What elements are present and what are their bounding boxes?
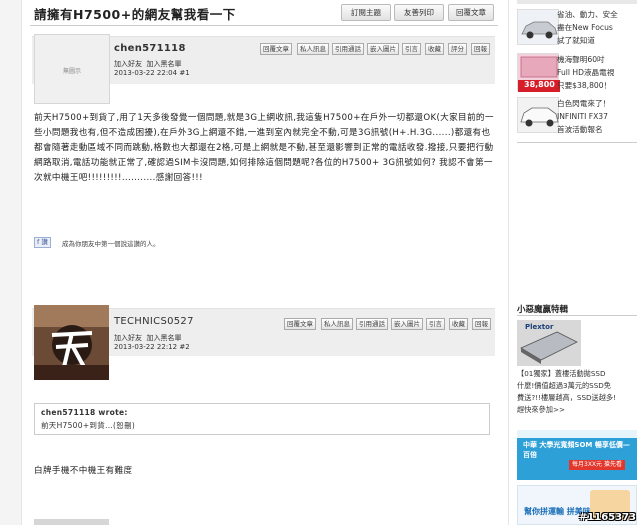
add-friend-link[interactable]: 加入好友 [114, 60, 142, 68]
suv-icon [520, 107, 559, 127]
add-blacklist-link[interactable]: 加入黑名單 [146, 334, 181, 342]
fb-icon: f [37, 238, 40, 246]
post-datetime: 2013-03-22 22:04 [114, 69, 178, 77]
tool-embed[interactable]: 嵌入圖片 [367, 43, 399, 55]
post-2-avatar[interactable] [34, 305, 109, 380]
add-friend-link[interactable]: 加入好友 [114, 334, 142, 342]
tool-quote[interactable]: 引言 [426, 318, 445, 330]
car-icon [521, 21, 558, 39]
watermark: #1165373 [578, 512, 636, 523]
add-blacklist-link[interactable]: 加入黑名單 [146, 60, 181, 68]
tool-pm[interactable]: 私人訊息 [297, 43, 329, 55]
tool-pm[interactable]: 私人訊息 [321, 318, 353, 330]
post-floor[interactable]: #2 [179, 343, 189, 351]
post-1-user-links: 加入好友 加入黑名單 [114, 59, 181, 69]
subscribe-button[interactable]: 訂閱主題 [341, 4, 391, 21]
title-divider [30, 25, 498, 26]
fb-like-button[interactable]: f 讚 [34, 237, 51, 248]
avatar-image-icon [34, 305, 109, 380]
sidebar: 省油、動力、安全 盡在New Focus 試了就知道 38,800 機海聲明60… [508, 0, 640, 525]
banner-top [517, 430, 637, 438]
post-1-datetime: 2013-03-22 22:04 #1 [114, 69, 190, 77]
sidebar-top-edge [517, 0, 637, 4]
sidebar-section-rule [517, 315, 637, 316]
post-1-avatar[interactable]: 無圖示 [34, 34, 110, 104]
tool-embed[interactable]: 嵌入圖片 [391, 318, 423, 330]
fb-like-label: 讚 [41, 238, 48, 246]
tool-report[interactable]: 回報 [471, 43, 490, 55]
print-button[interactable]: 友善列印 [394, 4, 444, 21]
tool-call[interactable]: 引用通話 [356, 318, 388, 330]
ad-tv-image[interactable]: 38,800 [517, 53, 560, 92]
ad-3-text[interactable]: 白色閃電來了！ INFINITI FX37 首波活動報名 [557, 97, 610, 136]
post-datetime: 2013-03-22 22:12 [114, 343, 178, 351]
post-2-datetime: 2013-03-22 22:12 #2 [114, 343, 190, 351]
tool-reply[interactable]: 回覆文章 [260, 43, 292, 55]
broadband-sub: 每月3XX元 搶先看 [569, 460, 625, 470]
post-1-body: 前天H7500+到貨了,用了1天多後發覺一個問題,就是3G上網收訊,我這隻H75… [34, 113, 494, 183]
avatar-placeholder-text: 無圖示 [62, 68, 81, 75]
broadband-text: 中華 大學光寬頻SOM 暢享低價—百倍 [523, 441, 630, 459]
post-2-body: 白牌手機不中機王有難度 [34, 466, 133, 476]
post-3-avatar-partial [34, 519, 109, 525]
reply-button[interactable]: 回覆文章 [448, 4, 494, 21]
ssd-image[interactable]: Plextor [517, 320, 581, 366]
sidebar-section-title: 小惡魔贏特輯 [517, 305, 569, 315]
fb-like-text: 成為你朋友中第一個說這讚的人。 [62, 240, 160, 248]
post-floor[interactable]: #1 [179, 69, 189, 77]
post-2-user-links: 加入好友 加入黑名單 [114, 333, 181, 343]
ad-suv-image[interactable] [517, 97, 559, 133]
ad-2-text[interactable]: 機海聲明60吋 Full HD液晶電視 只要$38,800！ [557, 53, 614, 92]
sidebar-divider [517, 142, 637, 143]
quote-block: chen571118 wrote: 前天H7500+到貨...(恕刪) [34, 403, 490, 435]
tool-reply[interactable]: 回覆文章 [284, 318, 316, 330]
ad-car-image[interactable] [517, 9, 559, 45]
tool-rate[interactable]: 評分 [448, 43, 467, 55]
quote-author: chen571118 wrote: [41, 408, 128, 417]
post-2-username[interactable]: TECHNICS0527 [114, 316, 194, 327]
thread-title: 請擁有H7500+的網友幫我看一下 [34, 7, 236, 22]
ad-1-text[interactable]: 省油、動力、安全 盡在New Focus 試了就知道 [557, 8, 618, 47]
broadband-banner[interactable]: 中華 大學光寬頻SOM 暢享低價—百倍 每月3XX元 搶先看 [517, 430, 637, 480]
ad-2-price: 38,800 [524, 80, 555, 89]
left-gutter [0, 0, 22, 525]
tool-report[interactable]: 回報 [472, 318, 491, 330]
post-1-username[interactable]: chen571118 [114, 43, 186, 54]
tool-fav[interactable]: 收藏 [425, 43, 444, 55]
tool-call[interactable]: 引用通話 [332, 43, 364, 55]
quote-text: 前天H7500+到貨...(恕刪) [41, 421, 136, 430]
tool-quote[interactable]: 引言 [402, 43, 421, 55]
ssd-brand: Plextor [525, 323, 554, 331]
promo-text[interactable]: 【01獨家】蓋樓活動拋SSD 什麼!價值超過3萬元的SSD免 費送?!!樓層越高… [517, 368, 640, 416]
tool-fav[interactable]: 收藏 [449, 318, 468, 330]
